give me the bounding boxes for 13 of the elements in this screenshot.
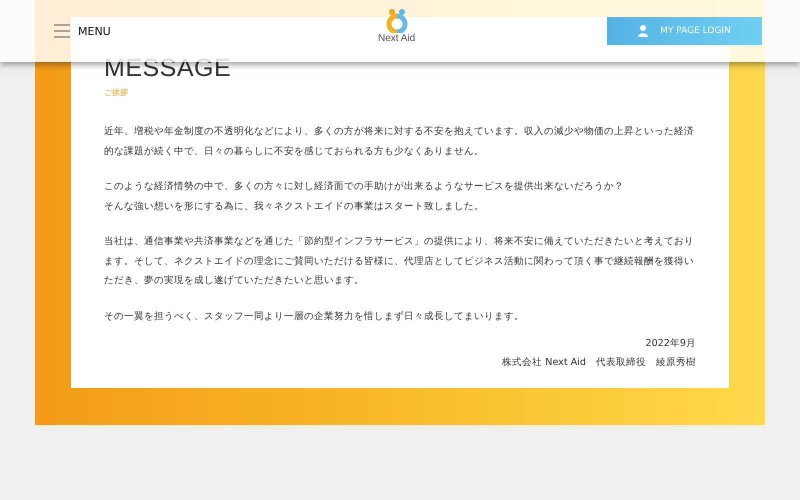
section-title: MESSAGE xyxy=(104,53,232,83)
logo-icon xyxy=(386,9,408,33)
menu-icon xyxy=(54,24,70,38)
section-subtitle: ご挨拶 xyxy=(104,87,129,98)
logo-text: Next Aid xyxy=(378,33,416,44)
message-paragraph: その一翼を担うべく、スタッフ一同より一層の企業努力を惜しまず日々成長してまいります。 xyxy=(104,310,525,324)
message-paragraph: 当社は、通信事業や共済事業などを通じた「節約型インフラサービス」の提供により、将来不安に備えていただきたいと考えております。そして、ネクストエイドの理念にご賛同いただける皆様に、代理店としてビジネス活動に関わって頂く事で継続報酬を獲得いただき、夢の実現を成し遂げていただきたいと思います。 xyxy=(104,235,695,288)
message-paragraph: このような経済情勢の中で、多くの方々に対し経済面での手助けが出来るようなサービスを提供出来ないだろうか？ そんな強い想いを形にする為に、我々ネクストエイドの事業はスタート致しました。 xyxy=(104,180,625,214)
message-paragraph: 近年、増税や年金制度の不透明化などにより、多くの方が将来に対する不安を抱えています。収入の減少や物価の上昇といった経済的な課題が続く中で、日々の暮らしに不安を感じておられる方も少なくありません。 xyxy=(104,124,695,158)
user-icon xyxy=(638,25,648,37)
date-text: 2022年9月 xyxy=(645,337,696,351)
signature-text: 株式会社 Next Aid 代表取締役 綾原秀樹 xyxy=(502,356,696,370)
menu-button[interactable]: MENU xyxy=(54,24,111,38)
